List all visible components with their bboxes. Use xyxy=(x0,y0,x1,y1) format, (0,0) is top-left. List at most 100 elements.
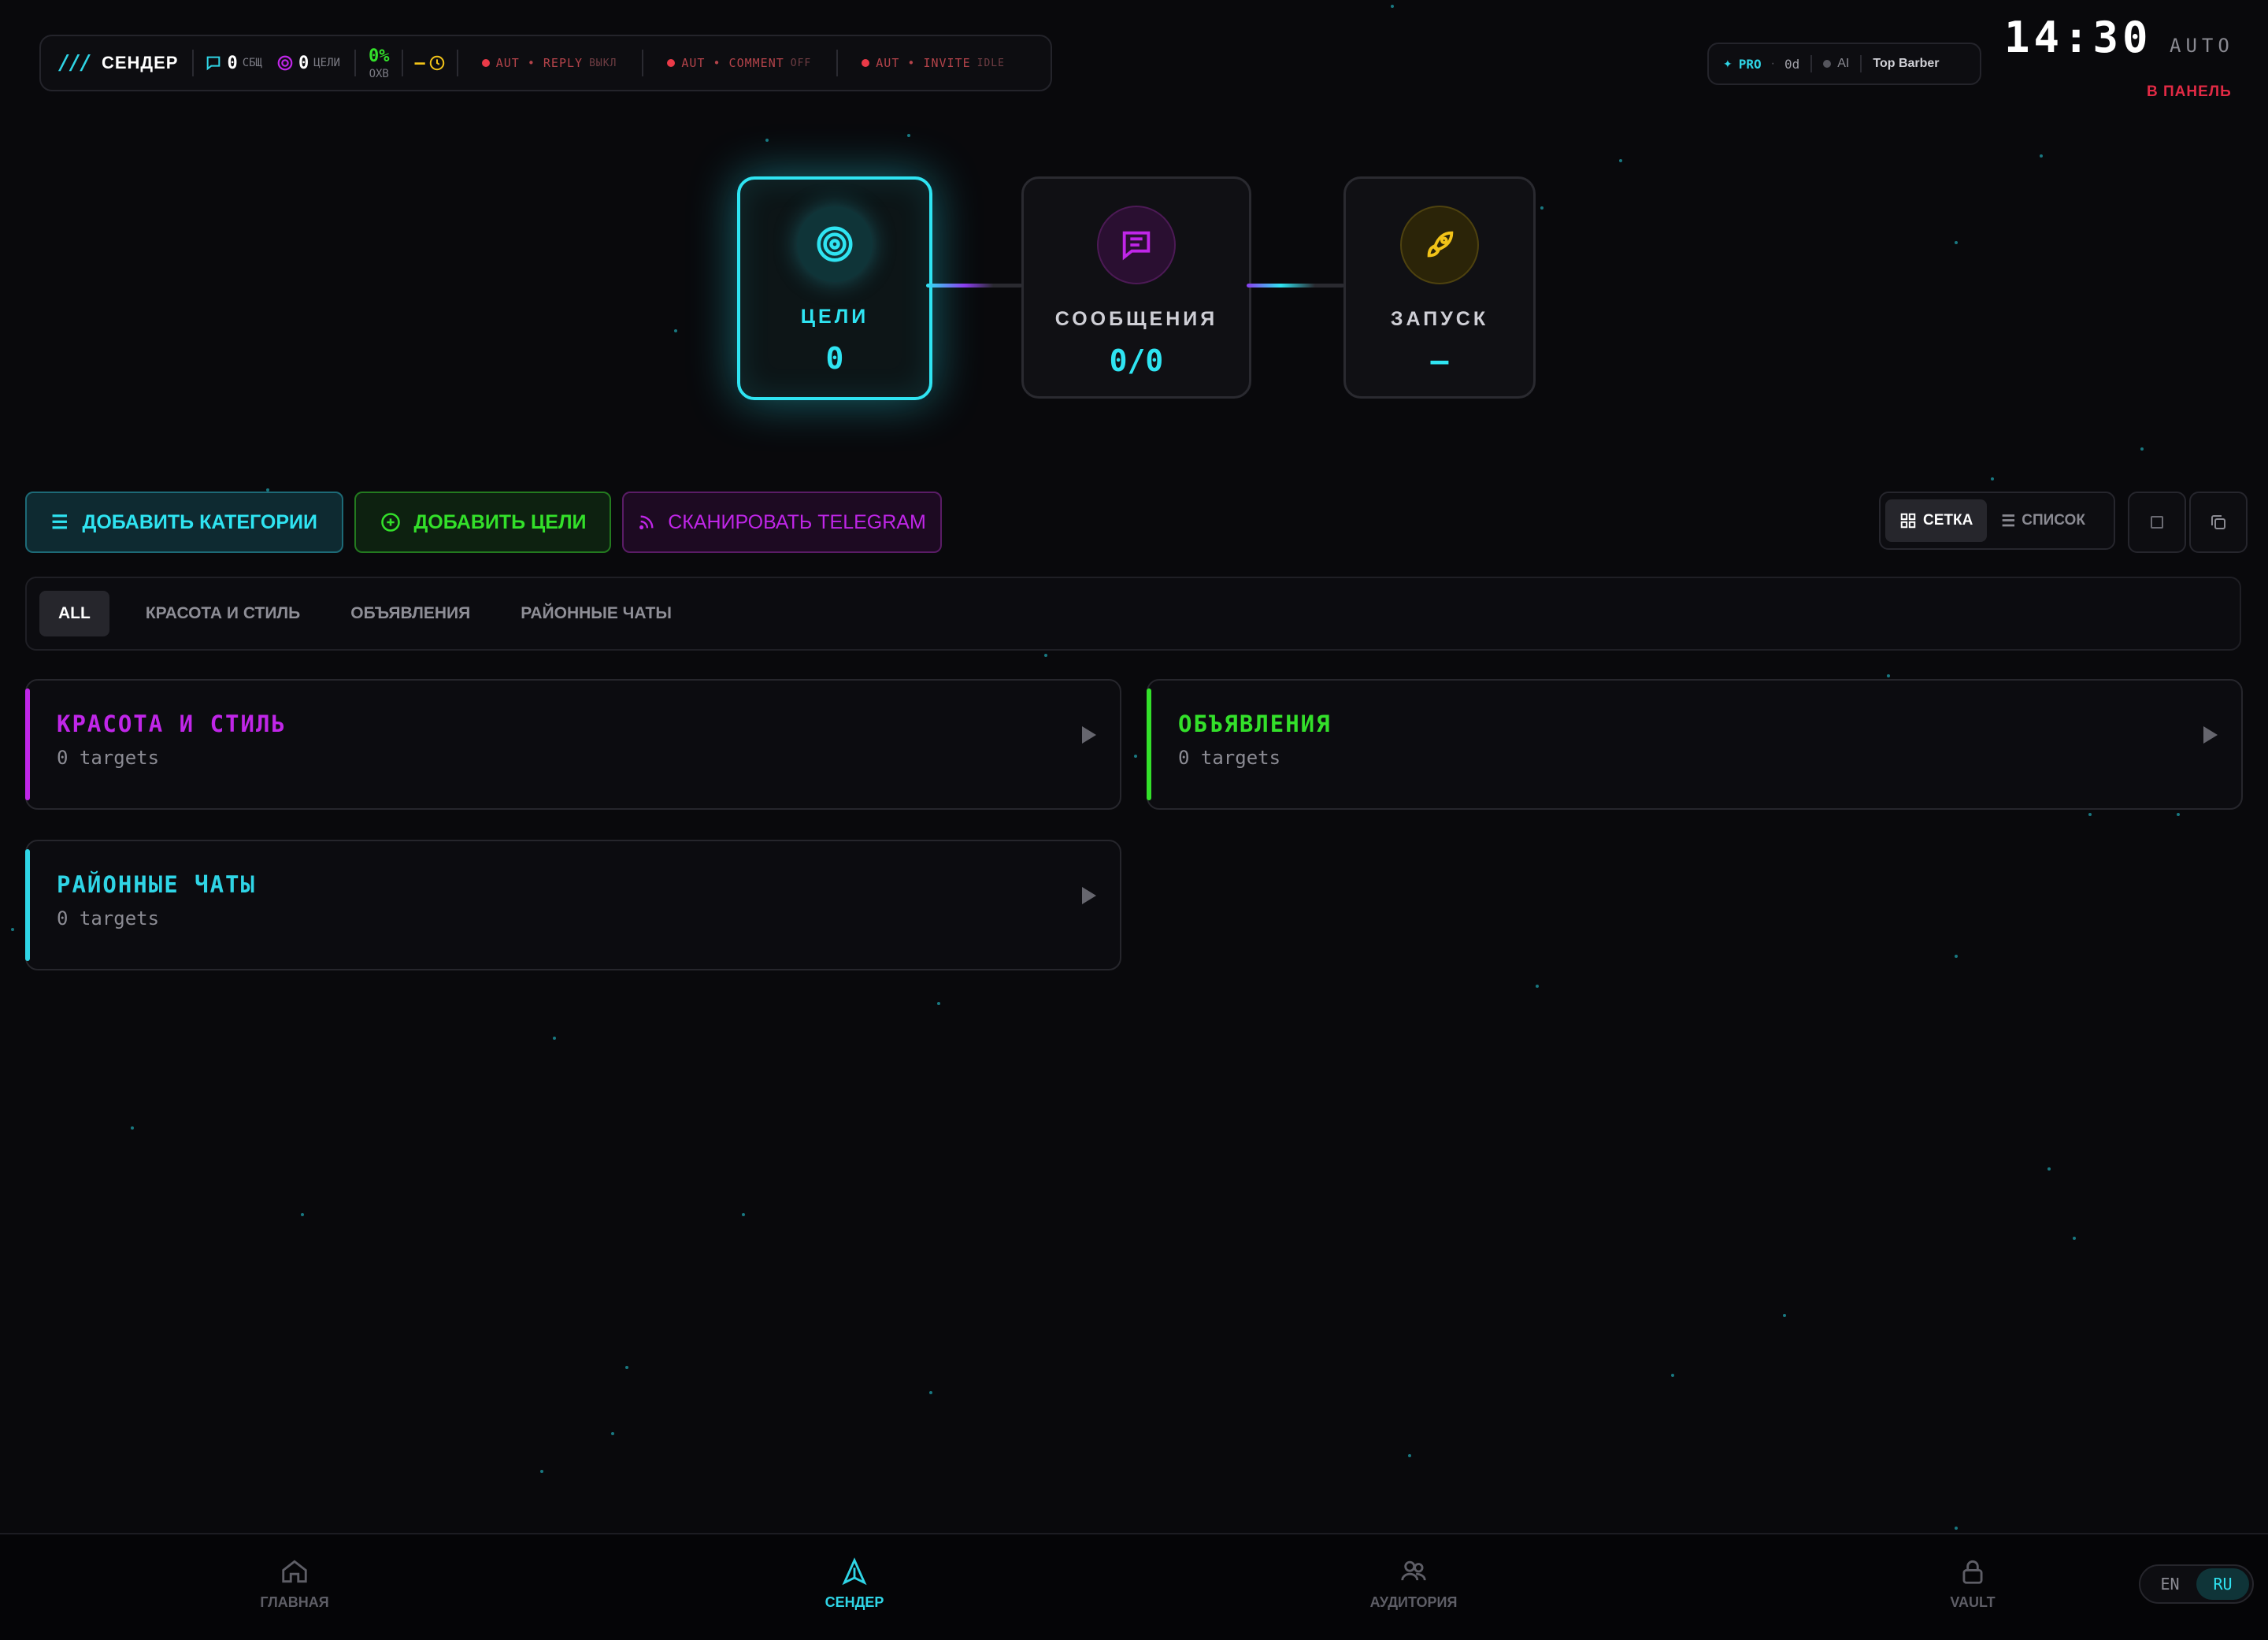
message-icon xyxy=(207,56,220,71)
separator-dot: · xyxy=(1770,57,1775,70)
add-targets-label: ДОБАВИТЬ ЦЕЛИ xyxy=(413,510,587,533)
auto-invite-name: AUT • INVITE xyxy=(876,56,971,70)
nav-label: ГЛАВНАЯ xyxy=(260,1594,329,1610)
divider xyxy=(1860,55,1862,72)
clock: 14:30 xyxy=(2004,13,2152,62)
category-card-district-chats[interactable]: РАЙОННЫЕ ЧАТЫ 0 targets xyxy=(25,840,1121,970)
target-icon xyxy=(797,206,873,282)
ai-status-dot-icon xyxy=(1823,60,1832,68)
targets-stat: 0 ЦЕЛИ xyxy=(276,36,354,90)
lock-icon xyxy=(1962,1560,1983,1584)
grid-view-button[interactable]: СЕТКА xyxy=(1885,499,1988,542)
brand-name: СЕНДЕР xyxy=(101,53,179,72)
category-card-beauty-style[interactable]: КРАСОТА И СТИЛЬ 0 targets xyxy=(25,679,1121,810)
card-target-count: 0 targets xyxy=(1178,747,1281,769)
plan-badge: PRO xyxy=(1738,56,1762,72)
play-icon[interactable] xyxy=(1082,887,1096,904)
lang-option-ru[interactable]: RU xyxy=(2196,1568,2249,1600)
divider xyxy=(192,50,195,76)
card-accent-bar xyxy=(25,688,30,800)
clock-mode: AUTO xyxy=(2170,35,2234,57)
divider xyxy=(402,50,404,76)
days-left: 0d xyxy=(1784,56,1800,72)
card-target-count: 0 targets xyxy=(57,907,160,929)
step-value: 0 xyxy=(825,341,844,376)
tab-ads[interactable]: ОБЪЯВЛЕНИЯ xyxy=(325,591,495,636)
view-toggle: СЕТКА ☰ СПИСОК xyxy=(1879,492,2115,550)
list-icon: ☰ xyxy=(2001,512,2016,530)
home-icon xyxy=(282,1560,307,1583)
bottom-nav: ГЛАВНАЯ СЕНДЕР АУДИТОРИЯ VAULT xyxy=(0,1533,2268,1640)
scan-signal-icon xyxy=(639,515,654,529)
nav-item-home[interactable]: ГЛАВНАЯ xyxy=(216,1557,373,1611)
step-label: ЦЕЛИ xyxy=(800,306,869,328)
auto-reply-state: ВЫКЛ xyxy=(589,57,617,69)
step-value: — xyxy=(1430,343,1449,378)
account-name: Top Barber xyxy=(1873,57,1940,70)
target-icon xyxy=(277,55,293,71)
pipeline-step-targets[interactable]: ЦЕЛИ 0 xyxy=(737,176,932,400)
divider xyxy=(836,50,839,76)
lang-option-en[interactable]: EN xyxy=(2144,1568,2196,1600)
targets-label: ЦЕЛИ xyxy=(313,57,340,69)
step-label: ЗАПУСК xyxy=(1390,308,1489,330)
targets-count: 0 xyxy=(298,53,309,73)
auto-invite-status[interactable]: AUT • INVITE IDLE xyxy=(862,56,1005,70)
copy-icon xyxy=(2211,515,2225,529)
pipeline-step-launch[interactable]: ЗАПУСК — xyxy=(1343,176,1536,399)
messages-count: 0 xyxy=(227,53,238,73)
nav-item-audience[interactable]: АУДИТОРИЯ xyxy=(1335,1557,1492,1611)
card-accent-bar xyxy=(1147,688,1151,800)
nav-label: VAULT xyxy=(1950,1594,1996,1610)
auto-comment-name: AUT • COMMENT xyxy=(681,56,784,70)
timer-stat: — xyxy=(414,36,445,90)
add-categories-button[interactable]: ☰ ДОБАВИТЬ КАТЕГОРИИ xyxy=(25,492,343,553)
list-view-label: СПИСОК xyxy=(2022,512,2085,529)
messages-stat: 0 СБЩ xyxy=(205,36,276,90)
divider xyxy=(1810,55,1813,72)
brand-logo-icon: /// xyxy=(58,51,92,75)
divider xyxy=(456,50,458,76)
grid-icon xyxy=(1900,513,1916,529)
users-icon xyxy=(1401,1560,1426,1581)
language-switcher: EN RU xyxy=(2139,1564,2254,1604)
status-dot-icon xyxy=(667,59,676,67)
add-targets-button[interactable]: ДОБАВИТЬ ЦЕЛИ xyxy=(354,492,611,553)
list-view-button[interactable]: ☰ СПИСОК xyxy=(1987,499,2099,542)
account-pill[interactable]: ✦ PRO · 0d AI Top Barber xyxy=(1707,43,1981,85)
step-label: СООБЩЕНИЯ xyxy=(1054,308,1218,330)
step-value: 0/0 xyxy=(1109,343,1164,378)
nav-item-sender[interactable]: СЕНДЕР xyxy=(776,1557,933,1611)
category-card-ads[interactable]: ОБЪЯВЛЕНИЯ 0 targets xyxy=(1147,679,2243,810)
pipeline-connector xyxy=(1247,284,1344,288)
card-accent-bar xyxy=(25,849,30,961)
square-icon xyxy=(2151,516,2163,529)
add-categories-label: ДОБАВИТЬ КАТЕГОРИИ xyxy=(82,510,317,533)
auto-comment-status[interactable]: AUT • COMMENT OFF xyxy=(667,56,811,70)
auto-comment-state: OFF xyxy=(790,57,812,69)
timer-dash: — xyxy=(414,53,425,73)
coverage-label: ОХВ xyxy=(369,67,389,80)
scan-telegram-button[interactable]: СКАНИРОВАТЬ TELEGRAM xyxy=(622,492,942,553)
pipeline-step-messages[interactable]: СООБЩЕНИЯ 0/0 xyxy=(1021,176,1251,399)
tab-district-chats[interactable]: РАЙОННЫЕ ЧАТЫ xyxy=(495,591,697,636)
play-icon[interactable] xyxy=(1082,726,1096,744)
pipeline-connector xyxy=(926,284,1022,288)
select-toggle-button[interactable] xyxy=(2128,492,2186,553)
scan-telegram-label: СКАНИРОВАТЬ TELEGRAM xyxy=(668,510,926,533)
play-icon[interactable] xyxy=(2203,726,2218,744)
clock-icon xyxy=(429,55,444,71)
card-target-count: 0 targets xyxy=(57,747,160,769)
tab-all[interactable]: ALL xyxy=(39,591,109,636)
auto-reply-name: AUT • REPLY xyxy=(495,56,584,70)
rocket-icon xyxy=(1400,206,1479,284)
divider xyxy=(642,50,644,76)
send-icon xyxy=(842,1557,867,1586)
sparkle-icon: ✦ xyxy=(1723,57,1732,70)
to-panel-link[interactable]: В ПАНЕЛЬ xyxy=(2147,83,2232,101)
tab-beauty-style[interactable]: КРАСОТА И СТИЛЬ xyxy=(120,591,325,636)
divider xyxy=(354,50,356,76)
auto-reply-status[interactable]: AUT • REPLY ВЫКЛ xyxy=(481,56,617,70)
copy-button[interactable] xyxy=(2189,492,2248,553)
nav-item-vault[interactable]: VAULT xyxy=(1894,1557,2051,1611)
